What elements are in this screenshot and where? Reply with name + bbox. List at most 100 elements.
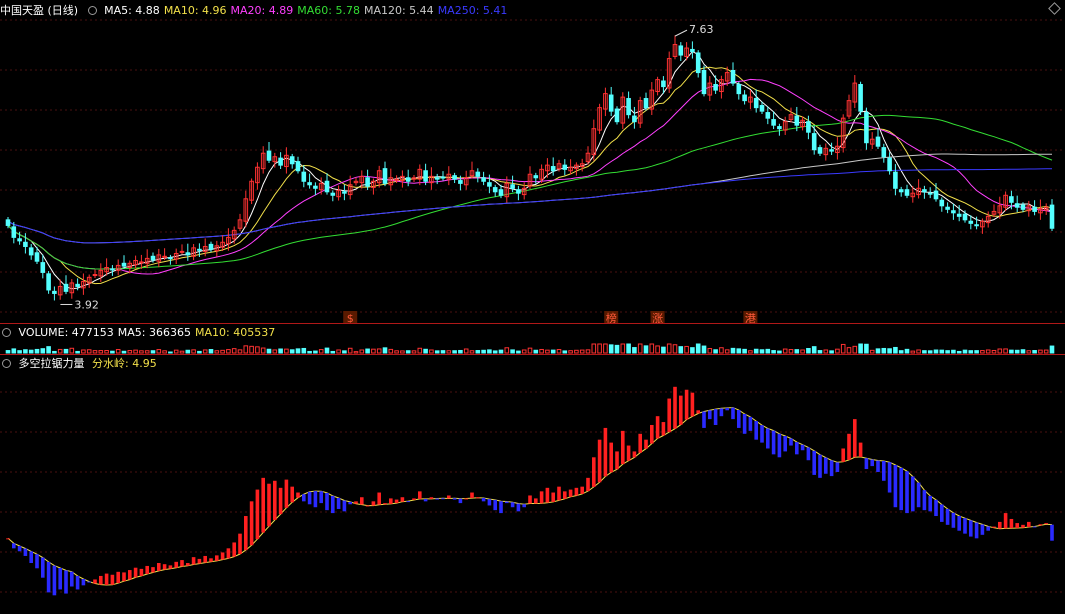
candle-128 (748, 90, 753, 110)
volume-bar-26 (156, 349, 162, 354)
indicator-bar-3 (23, 548, 28, 556)
candle-body-125 (730, 69, 736, 84)
indicator-bar-165 (963, 518, 967, 534)
indicator-bar-56 (331, 495, 335, 514)
indicator-title[interactable]: 多空拉锯力量 (19, 357, 85, 370)
volume-bar-180 (1049, 345, 1055, 354)
volume-bar-171 (997, 348, 1003, 354)
candle-body-25 (150, 255, 156, 261)
volume-bar-174 (1014, 349, 1020, 354)
candle-118 (690, 41, 695, 59)
indicator-bar-88 (516, 503, 521, 512)
indicator-bars (6, 386, 1054, 596)
indicator-bar-67 (394, 499, 399, 504)
candle-body-177 (1032, 206, 1037, 212)
candle-119 (695, 50, 701, 78)
candle-body-174 (1014, 203, 1020, 208)
volume-bar-169 (985, 349, 991, 354)
indicator-bar-47 (278, 487, 283, 515)
indicator-bar-7 (46, 561, 51, 593)
volume-bar-165 (962, 349, 968, 354)
candle-body-84 (492, 187, 498, 193)
volume-bar-8 (52, 350, 57, 354)
indicator-bar-149 (870, 459, 874, 467)
volume-bar-170 (991, 349, 997, 354)
volume-bar-110 (643, 345, 649, 354)
volume-bar-71 (417, 347, 423, 354)
volume-bar-158 (922, 350, 927, 354)
volume-bar-67 (394, 350, 399, 354)
volume-bar-114 (666, 343, 672, 354)
volume-bar-48 (284, 348, 289, 354)
candle-18 (110, 265, 115, 276)
volume-bar-47 (278, 348, 283, 354)
indicator-bar-129 (754, 421, 758, 440)
indicator-bar-24 (145, 565, 149, 574)
volume-settings-icon[interactable] (2, 327, 11, 337)
indicator-bar-160 (934, 499, 938, 517)
settings-circle-icon[interactable] (87, 5, 97, 15)
indicator-bar-66 (389, 498, 393, 504)
candle-152 (887, 152, 892, 175)
indicator-bar-162 (945, 508, 950, 525)
indicator-bar-178 (1038, 524, 1043, 526)
volume-bar-97 (568, 350, 573, 354)
candle-120 (701, 65, 707, 97)
volume-bar-37 (220, 349, 225, 354)
candle-115 (672, 35, 678, 60)
volume-bar-117 (684, 345, 689, 354)
volume-bar-142 (829, 350, 834, 354)
main-header-item-4: MA120: 5.44 (363, 4, 434, 17)
volume-bar-44 (260, 347, 266, 354)
volume-bar-43 (255, 346, 260, 354)
volume-bar-41 (243, 345, 249, 354)
indicator-bar-99 (580, 486, 584, 494)
candle-106 (620, 92, 626, 130)
candle-body-131 (765, 112, 771, 119)
indicator-bar-166 (969, 520, 973, 537)
indicator-bar-135 (789, 438, 793, 446)
indicator-bar-153 (893, 464, 898, 508)
volume-bar-81 (475, 350, 481, 354)
volume-bar-74 (434, 350, 440, 354)
indicator-bar-44 (261, 477, 265, 533)
indicator-bar-25 (151, 567, 155, 573)
candle-15 (92, 269, 98, 279)
indicator-bar-130 (760, 425, 764, 443)
volume-bar-49 (289, 349, 295, 354)
indicator-bar-10 (64, 570, 68, 594)
indicator-bar-23 (139, 568, 144, 576)
indicator-bar-169 (986, 526, 990, 531)
candle-69 (405, 169, 411, 187)
indicator-bar-141 (824, 457, 828, 474)
indicator-bar-78 (458, 498, 463, 504)
indicator-bar-118 (690, 392, 695, 417)
indicator-bar-27 (162, 564, 167, 570)
volume-bar-176 (1026, 350, 1032, 354)
candle-64 (376, 165, 382, 188)
indicator-bar-64 (377, 492, 381, 505)
indicator-bar-69 (406, 501, 410, 503)
stock-title[interactable]: 中国天盈 (日线) (0, 4, 78, 17)
candle-126 (736, 81, 742, 100)
candle-47 (278, 152, 283, 169)
candle-body-77 (452, 175, 457, 180)
indicator-bar-36 (215, 555, 219, 561)
volume-bar-92 (539, 348, 544, 354)
candle-body-8 (52, 290, 57, 294)
indicator-bar-154 (899, 467, 903, 511)
candle-body-91 (533, 175, 539, 179)
indicator-bar-4 (29, 551, 33, 564)
candle-body-83 (487, 182, 492, 187)
volume-bar-179 (1043, 349, 1049, 354)
volume-bar-66 (388, 348, 394, 354)
volume-bar-125 (730, 347, 736, 354)
indicator-bar-116 (679, 395, 683, 425)
candle-body-5 (34, 252, 40, 262)
volume-bar-89 (521, 349, 527, 354)
volume-bar-127 (742, 348, 747, 354)
candle-94 (550, 157, 556, 176)
indicator-settings-icon[interactable] (2, 358, 11, 368)
candle-45 (266, 142, 272, 164)
volume-bar-105 (614, 344, 620, 354)
